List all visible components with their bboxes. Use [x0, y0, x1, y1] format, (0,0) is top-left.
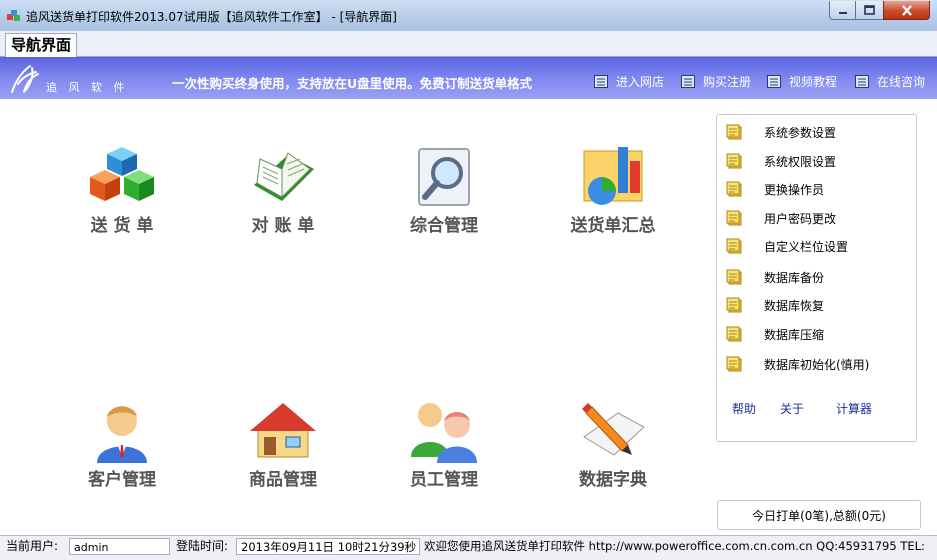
- note-icon: [726, 326, 742, 342]
- module-general-management[interactable]: 综合管理: [384, 143, 504, 253]
- link-about[interactable]: 关于: [780, 400, 804, 417]
- app-icon: [7, 10, 20, 21]
- module-label: 送货单汇总: [570, 216, 656, 236]
- window-title: 追风送货单打印软件2013.07试用版【追风软件工作室】 - [导航界面]: [26, 10, 397, 24]
- module-label: 数据字典: [579, 470, 647, 490]
- tab-navigation[interactable]: 导航界面: [5, 33, 78, 57]
- module-delivery-note[interactable]: 送 货 单: [62, 143, 182, 253]
- module-label: 送 货 单: [90, 216, 154, 236]
- menu-label: 数据库压缩: [764, 327, 825, 342]
- link-purchase-register[interactable]: 购买注册: [681, 73, 751, 90]
- note-icon: [726, 297, 742, 313]
- close-icon: [901, 4, 912, 16]
- current-user-label: 当前用户:: [6, 539, 59, 553]
- menu-database-compress[interactable]: 数据库压缩: [726, 325, 824, 343]
- pen-paper-icon: [582, 403, 645, 456]
- note-icon: [726, 269, 742, 285]
- menu-switch-operator[interactable]: 更换操作员: [726, 180, 824, 198]
- banner-slogan: 一次性购买终身使用，支持放在U盘里使用。免费订制送货单格式: [172, 76, 533, 91]
- chart-icon: [583, 147, 643, 205]
- module-data-dictionary[interactable]: 数据字典: [553, 397, 673, 507]
- cubes-icon: [90, 147, 154, 201]
- link-online-store[interactable]: 进入网店: [594, 73, 664, 90]
- tab-strip: [0, 31, 937, 57]
- note-icon: [726, 124, 742, 140]
- module-label: 员工管理: [410, 470, 478, 490]
- maximize-button[interactable]: [855, 1, 884, 20]
- module-delivery-summary[interactable]: 送货单汇总: [553, 143, 673, 253]
- page-icon: [594, 75, 608, 88]
- menu-label: 数据库初始化(慎用): [764, 357, 870, 372]
- page-icon: [767, 75, 781, 88]
- house-icon: [250, 403, 316, 458]
- note-icon: [726, 181, 742, 197]
- close-button[interactable]: [883, 1, 930, 20]
- module-product-management[interactable]: 商品管理: [223, 397, 343, 507]
- note-icon: [726, 153, 742, 169]
- link-label: 进入网店: [616, 75, 665, 89]
- minimize-button[interactable]: [829, 1, 856, 20]
- minimize-icon: [838, 12, 847, 14]
- module-label: 对 账 单: [251, 216, 315, 236]
- module-statement[interactable]: 对 账 单: [223, 143, 343, 253]
- login-time-label: 登陆时间:: [176, 539, 229, 553]
- note-icon: [726, 210, 742, 226]
- module-label: 客户管理: [88, 470, 156, 490]
- link-online-consult[interactable]: 在线咨询: [855, 73, 925, 90]
- link-label: 视频教程: [789, 75, 838, 89]
- staff-icon: [411, 403, 477, 463]
- welcome-message: 欢迎您使用追风送货单打印软件 http://www.poweroffice.co…: [424, 539, 925, 553]
- module-staff-management[interactable]: 员工管理: [384, 397, 504, 507]
- page-icon: [855, 75, 869, 88]
- magnifier-icon: [418, 148, 470, 206]
- menu-label: 数据库备份: [764, 270, 825, 285]
- link-help[interactable]: 帮助: [732, 400, 756, 417]
- link-calculator[interactable]: 计算器: [836, 400, 872, 417]
- menu-label: 用户密码更改: [764, 211, 837, 226]
- maximize-icon: [864, 5, 875, 15]
- menu-label: 自定义栏位设置: [764, 239, 849, 254]
- menu-database-restore[interactable]: 数据库恢复: [726, 296, 824, 314]
- menu-change-password[interactable]: 用户密码更改: [726, 209, 836, 227]
- link-label: 购买注册: [703, 75, 752, 89]
- current-user-value: admin: [69, 538, 170, 555]
- brand-logo-text: 追 风 软 件: [46, 81, 129, 94]
- menu-system-parameters[interactable]: 系统参数设置: [726, 123, 836, 141]
- module-label: 商品管理: [249, 470, 317, 490]
- menu-database-backup[interactable]: 数据库备份: [726, 268, 824, 286]
- menu-system-permissions[interactable]: 系统权限设置: [726, 152, 836, 170]
- menu-label: 系统权限设置: [764, 154, 837, 169]
- customer-icon: [97, 406, 147, 463]
- link-label: 在线咨询: [877, 75, 926, 89]
- note-icon: [726, 238, 742, 254]
- open-book-icon: [254, 152, 314, 201]
- module-customer-management[interactable]: 客户管理: [62, 397, 182, 507]
- menu-label: 系统参数设置: [764, 125, 837, 140]
- today-summary: 今日打单(0笔),总额(0元): [717, 500, 921, 530]
- menu-label: 数据库恢复: [764, 298, 825, 313]
- link-video-tutorial[interactable]: 视频教程: [767, 73, 837, 90]
- note-icon: [726, 356, 742, 372]
- menu-label: 更换操作员: [764, 182, 825, 197]
- page-icon: [681, 75, 695, 88]
- menu-database-initialize[interactable]: 数据库初始化(慎用): [726, 355, 869, 373]
- module-label: 综合管理: [410, 216, 478, 236]
- menu-custom-columns[interactable]: 自定义栏位设置: [726, 237, 848, 255]
- login-time-value: 2013年09月11日 10时21分39秒: [236, 538, 420, 555]
